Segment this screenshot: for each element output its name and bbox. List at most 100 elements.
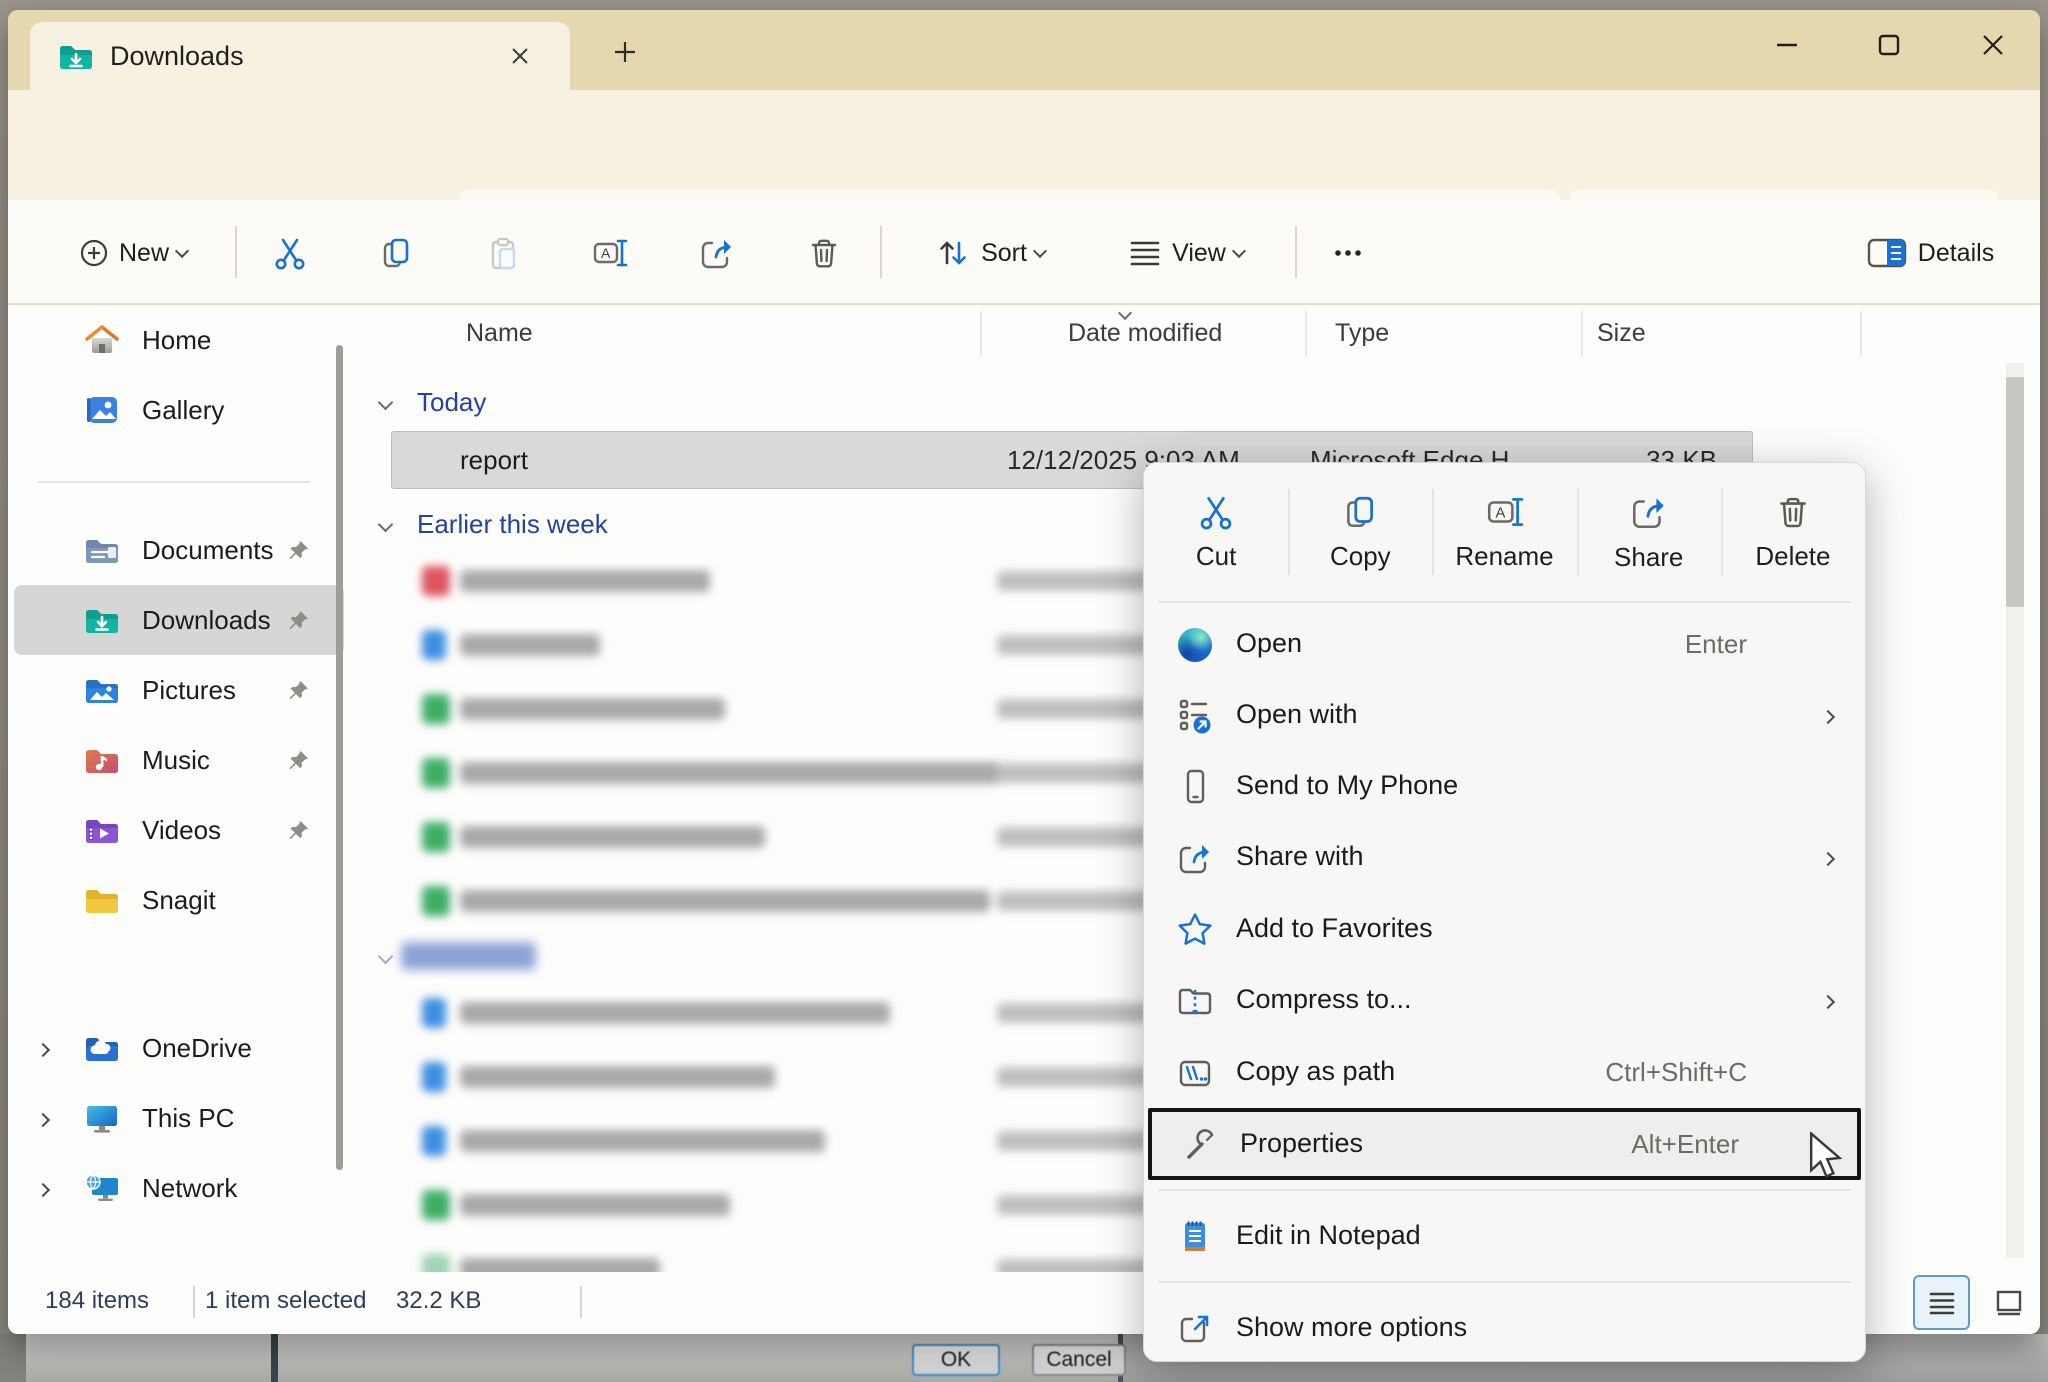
- tab-downloads[interactable]: Downloads: [30, 22, 570, 90]
- menu-item-label: Open with: [1236, 699, 1358, 730]
- menu-item-properties[interactable]: Properties Alt+Enter: [1148, 1108, 1861, 1180]
- file-list-scrollbar-thumb[interactable]: [2006, 377, 2024, 607]
- sidebar-item-label: Videos: [142, 815, 221, 846]
- chevron-right-icon[interactable]: [38, 1042, 48, 1060]
- paste-button[interactable]: [475, 224, 531, 282]
- rename-button[interactable]: A: [582, 224, 638, 282]
- column-header-size[interactable]: Size: [1597, 319, 1646, 348]
- navigation-bar: Downloads: [8, 90, 2040, 200]
- documents-folder-icon: [80, 535, 124, 565]
- redacted-file-name: [460, 826, 765, 848]
- collapse-chevron-icon[interactable]: [378, 516, 394, 532]
- column-header-type[interactable]: Type: [1335, 319, 1389, 348]
- copy-icon: [1341, 493, 1379, 531]
- close-button[interactable]: [1962, 22, 2024, 68]
- file-name: report: [460, 445, 528, 476]
- tab-close-icon[interactable]: [502, 38, 538, 74]
- menu-item-open-with[interactable]: Open with: [1144, 680, 1865, 751]
- details-view-toggle[interactable]: [1913, 1275, 1970, 1330]
- see-more-button[interactable]: [1320, 224, 1376, 282]
- sidebar-item-snagit[interactable]: Snagit: [14, 865, 344, 935]
- redacted-file-name: [460, 698, 725, 720]
- menu-item-add-to-favorites[interactable]: Add to Favorites: [1144, 894, 1865, 965]
- sidebar-item-home[interactable]: Home: [14, 305, 344, 375]
- file-type-icon: [422, 998, 446, 1028]
- menu-item-shortcut: Alt+Enter: [1631, 1129, 1739, 1160]
- menu-item-edit-in-notepad[interactable]: Edit in Notepad: [1144, 1201, 1865, 1272]
- toolbar-divider: [1295, 226, 1297, 278]
- thumbnail-view-icon: [1993, 1288, 2025, 1318]
- ok-button[interactable]: OK: [912, 1344, 1000, 1376]
- sidebar-item-label: Gallery: [142, 395, 224, 426]
- rename-menu-button[interactable]: A Rename: [1432, 463, 1576, 601]
- cut-icon: [272, 235, 308, 271]
- column-separator[interactable]: [1581, 311, 1583, 357]
- file-type-icon: [422, 1062, 446, 1092]
- cut-menu-button[interactable]: Cut: [1144, 463, 1288, 601]
- sidebar-item-label: Downloads: [142, 605, 271, 636]
- sidebar-scrollbar[interactable]: [336, 345, 343, 1170]
- menu-divider: [1158, 1281, 1851, 1283]
- group-label: Earlier this week: [417, 509, 608, 540]
- sidebar-item-downloads[interactable]: Downloads: [14, 585, 344, 655]
- menu-item-label: Send to My Phone: [1236, 770, 1458, 801]
- delete-menu-button[interactable]: Delete: [1721, 463, 1865, 601]
- new-tab-button[interactable]: [605, 32, 645, 72]
- pin-icon: [286, 819, 310, 843]
- sidebar-spacer: [10, 935, 350, 1013]
- copy-button[interactable]: [368, 224, 424, 282]
- open-with-icon: [1174, 695, 1216, 737]
- sidebar-item-pictures[interactable]: Pictures: [14, 655, 344, 725]
- column-separator[interactable]: [1860, 311, 1862, 357]
- menu-item-open[interactable]: Open Enter: [1144, 609, 1865, 680]
- cut-button[interactable]: [262, 224, 318, 282]
- sidebar-item-documents[interactable]: Documents: [14, 515, 344, 585]
- delete-button[interactable]: [796, 224, 852, 282]
- copy-path-icon: [1174, 1052, 1216, 1094]
- collapse-chevron-icon[interactable]: [378, 948, 394, 964]
- chevron-right-icon[interactable]: [38, 1112, 48, 1130]
- column-separator[interactable]: [1305, 311, 1307, 357]
- column-header-name[interactable]: Name: [466, 319, 533, 348]
- details-pane-button[interactable]: Details: [1848, 224, 2020, 282]
- svg-text:A: A: [1495, 505, 1505, 521]
- share-menu-button[interactable]: Share: [1577, 463, 1721, 601]
- column-separator[interactable]: [980, 311, 982, 357]
- menu-item-compress-to[interactable]: Compress to...: [1144, 965, 1865, 1036]
- view-button[interactable]: View: [1100, 224, 1272, 282]
- menu-item-share-with[interactable]: Share with: [1144, 822, 1865, 893]
- menu-item-send-to-my-phone[interactable]: Send to My Phone: [1144, 751, 1865, 822]
- pictures-folder-icon: [80, 675, 124, 705]
- menu-item-copy-as-path[interactable]: Copy as path Ctrl+Shift+C: [1144, 1037, 1865, 1108]
- sidebar-item-videos[interactable]: Videos: [14, 795, 344, 865]
- sidebar-item-this-pc[interactable]: This PC: [14, 1083, 344, 1153]
- menu-divider: [1158, 1189, 1851, 1191]
- large-icons-view-toggle[interactable]: [1980, 1275, 2037, 1330]
- new-button[interactable]: New: [48, 224, 218, 282]
- minimize-button[interactable]: [1756, 22, 1818, 68]
- chevron-right-icon[interactable]: [38, 1182, 48, 1200]
- collapse-chevron-icon[interactable]: [378, 394, 394, 410]
- cut-icon: [1197, 493, 1235, 531]
- sidebar-item-gallery[interactable]: Gallery: [14, 375, 344, 445]
- sort-button[interactable]: Sort: [906, 224, 1074, 282]
- file-type-icon: [422, 1254, 450, 1272]
- sidebar-item-network[interactable]: Network: [14, 1153, 344, 1223]
- toolbar-divider: [880, 226, 882, 278]
- edge-icon: [1174, 624, 1216, 666]
- rename-icon: A: [591, 235, 629, 271]
- pin-icon: [286, 539, 310, 563]
- share-button[interactable]: [689, 224, 745, 282]
- group-header-today[interactable]: Today: [350, 382, 2040, 422]
- cancel-button[interactable]: Cancel: [1032, 1344, 1126, 1376]
- column-header-date-modified[interactable]: Date modified: [1068, 319, 1222, 348]
- sidebar-item-onedrive[interactable]: OneDrive: [14, 1013, 344, 1083]
- maximize-button[interactable]: [1858, 22, 1920, 68]
- copy-menu-button[interactable]: Copy: [1288, 463, 1432, 601]
- share-icon: [1174, 837, 1216, 879]
- redacted-file-name: [460, 1002, 890, 1024]
- sidebar-item-music[interactable]: Music: [14, 725, 344, 795]
- menu-item-shortcut: Enter: [1685, 629, 1747, 660]
- file-type-icon: [422, 758, 450, 788]
- menu-item-show-more-options[interactable]: Show more options: [1144, 1293, 1865, 1359]
